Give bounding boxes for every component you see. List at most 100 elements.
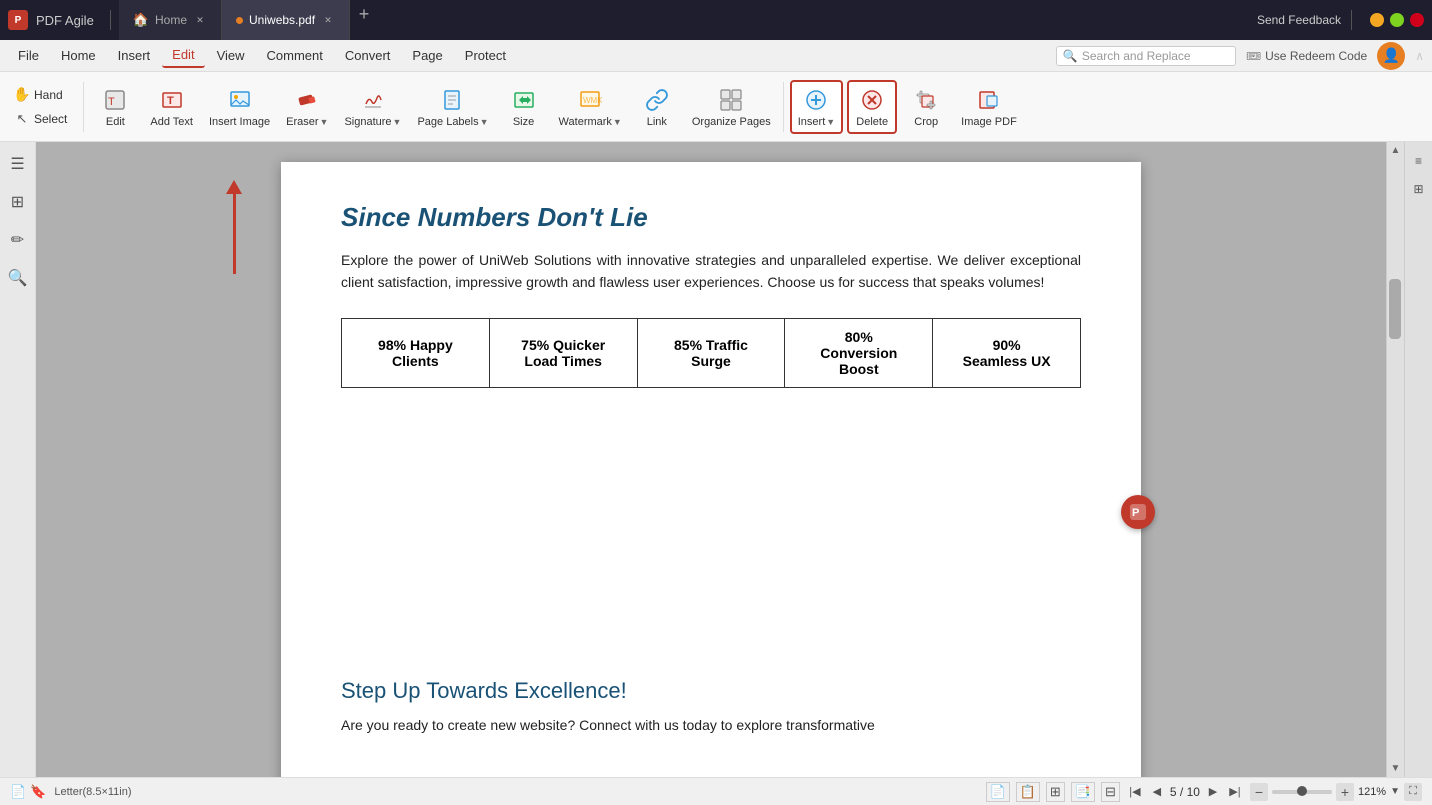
- view-icon-4[interactable]: 📑: [1071, 782, 1095, 802]
- scroll-up-button[interactable]: ▲: [1387, 142, 1404, 159]
- eraser-label: Eraser: [286, 116, 318, 128]
- home-tab-close[interactable]: ✕: [193, 13, 207, 27]
- size-icon: [510, 86, 538, 114]
- stat-conversion-boost: 80% Conversion Boost: [785, 318, 933, 387]
- tool-page-labels[interactable]: Page Labels ▼: [411, 82, 494, 132]
- first-page-button[interactable]: |◀: [1126, 783, 1144, 801]
- menu-page[interactable]: Page: [402, 44, 452, 67]
- view-icon-2[interactable]: 📋: [1016, 782, 1040, 802]
- page-labels-arrow: ▼: [480, 117, 489, 127]
- red-arrow-indicator: [226, 182, 242, 274]
- view-icon-3[interactable]: ⊞: [1046, 782, 1065, 802]
- zoom-in-button[interactable]: +: [1336, 783, 1354, 801]
- scroll-track[interactable]: [1387, 159, 1404, 760]
- collapse-ribbon-button[interactable]: ∧: [1415, 49, 1424, 63]
- arrow-line: [233, 194, 236, 274]
- menu-home[interactable]: Home: [51, 44, 106, 67]
- edit-label: Edit: [106, 116, 125, 128]
- menu-insert[interactable]: Insert: [108, 44, 161, 67]
- home-tab-icon: 🏠: [133, 12, 149, 28]
- menu-view[interactable]: View: [207, 44, 255, 67]
- empty-space: [341, 418, 1081, 678]
- page-labels-icon: [439, 86, 467, 114]
- tool-organize-pages[interactable]: Organize Pages: [686, 82, 777, 132]
- status-icon-1[interactable]: 📄: [10, 784, 26, 800]
- tool-delete[interactable]: Delete: [847, 80, 897, 134]
- watermark-arrow: ▼: [613, 117, 622, 127]
- fit-page-button[interactable]: ⛶: [1404, 783, 1422, 801]
- tool-image-pdf[interactable]: Image PDF: [955, 82, 1023, 132]
- scroll-thumb[interactable]: [1389, 279, 1401, 339]
- zoom-level-display: 121%: [1358, 786, 1386, 798]
- menu-convert[interactable]: Convert: [335, 44, 401, 67]
- tool-link[interactable]: Link: [632, 82, 682, 132]
- close-button[interactable]: ✕: [1410, 13, 1424, 27]
- select-icon: ↖: [14, 111, 30, 127]
- sidebar-list-icon[interactable]: ☰: [4, 150, 32, 178]
- tool-crop[interactable]: Crop: [901, 82, 951, 132]
- tool-watermark[interactable]: WMK Watermark ▼: [553, 82, 628, 132]
- tool-insert-image[interactable]: Insert Image: [203, 82, 276, 132]
- scroll-down-button[interactable]: ▼: [1387, 760, 1404, 777]
- tab-bar: 🏠 Home ✕ Uniwebs.pdf ✕ +: [119, 0, 378, 40]
- tool-edit[interactable]: T Edit: [90, 82, 140, 132]
- menu-comment[interactable]: Comment: [257, 44, 333, 67]
- view-icon-5[interactable]: ⊟: [1101, 782, 1120, 802]
- zoom-controls: − + 121% ▼ ⛶: [1250, 783, 1422, 801]
- tab-uniwebs[interactable]: Uniwebs.pdf ✕: [222, 0, 350, 40]
- add-tab-button[interactable]: +: [350, 0, 378, 28]
- insert-with-arrow: Insert ▼: [798, 116, 835, 128]
- right-panel-icon-2[interactable]: ⊞: [1408, 178, 1430, 200]
- sidebar-edit-icon[interactable]: ✏: [4, 226, 32, 254]
- prev-page-button[interactable]: ◀: [1148, 783, 1166, 801]
- uniwebs-tab-close[interactable]: ✕: [321, 13, 335, 27]
- zoom-slider-thumb[interactable]: [1297, 786, 1307, 796]
- crop-label: Crop: [914, 116, 938, 128]
- zoom-dropdown-arrow[interactable]: ▼: [1390, 786, 1400, 797]
- next-page-button[interactable]: ▶: [1204, 783, 1222, 801]
- sidebar-grid-icon[interactable]: ⊞: [4, 188, 32, 216]
- pdf-page: P Since Numbers Don't Lie Explore the po…: [281, 162, 1141, 777]
- tool-size[interactable]: Size: [499, 82, 549, 132]
- delete-label: Delete: [856, 116, 888, 128]
- stat-load-times: 75% Quicker Load Times: [489, 318, 637, 387]
- right-panel-icon-1[interactable]: ≡: [1408, 150, 1430, 172]
- select-label: Select: [34, 112, 67, 126]
- send-feedback-button[interactable]: Send Feedback: [1257, 13, 1341, 27]
- toolbar-sep-2: [783, 82, 784, 132]
- minimize-button[interactable]: —: [1370, 13, 1384, 27]
- search-placeholder: Search and Replace: [1082, 49, 1191, 63]
- search-box[interactable]: 🔍 Search and Replace: [1056, 46, 1236, 66]
- tool-signature[interactable]: Signature ▼: [338, 82, 407, 132]
- sidebar-search-icon[interactable]: 🔍: [4, 264, 32, 292]
- status-icon-2[interactable]: 🔖: [30, 784, 46, 800]
- pdf-stats-table: 98% Happy Clients 75% Quicker Load Times…: [341, 318, 1081, 388]
- view-icon-1[interactable]: 📄: [986, 782, 1010, 802]
- link-label: Link: [647, 116, 667, 128]
- menu-protect[interactable]: Protect: [455, 44, 516, 67]
- tab-home[interactable]: 🏠 Home ✕: [119, 0, 222, 40]
- user-avatar[interactable]: 👤: [1377, 42, 1405, 70]
- menu-file[interactable]: File: [8, 44, 49, 67]
- hand-tool[interactable]: ✋ Hand: [8, 84, 73, 106]
- search-icon: 🔍: [1063, 49, 1078, 63]
- zoom-out-button[interactable]: −: [1250, 783, 1268, 801]
- tool-insert[interactable]: Insert ▼: [790, 80, 843, 134]
- maximize-button[interactable]: □: [1390, 13, 1404, 27]
- organize-pages-label: Organize Pages: [692, 116, 771, 128]
- zoom-slider[interactable]: [1272, 790, 1332, 794]
- image-pdf-icon: [975, 86, 1003, 114]
- brand-icon[interactable]: P: [1121, 495, 1155, 529]
- last-page-button[interactable]: ▶|: [1226, 783, 1244, 801]
- organize-pages-icon: [717, 86, 745, 114]
- eraser-arrow: ▼: [320, 117, 329, 127]
- tool-add-text[interactable]: T Add Text: [144, 82, 199, 132]
- tool-eraser[interactable]: Eraser ▼: [280, 82, 334, 132]
- insert-image-label: Insert Image: [209, 116, 270, 128]
- insert-label: Insert: [798, 116, 826, 128]
- use-redeem-button[interactable]: 🎟 Use Redeem Code: [1246, 49, 1367, 63]
- pdf-body-text: Explore the power of UniWeb Solutions wi…: [341, 249, 1081, 294]
- select-tool[interactable]: ↖ Select: [8, 108, 73, 130]
- menu-edit[interactable]: Edit: [162, 43, 204, 68]
- app-logo: P: [8, 10, 28, 30]
